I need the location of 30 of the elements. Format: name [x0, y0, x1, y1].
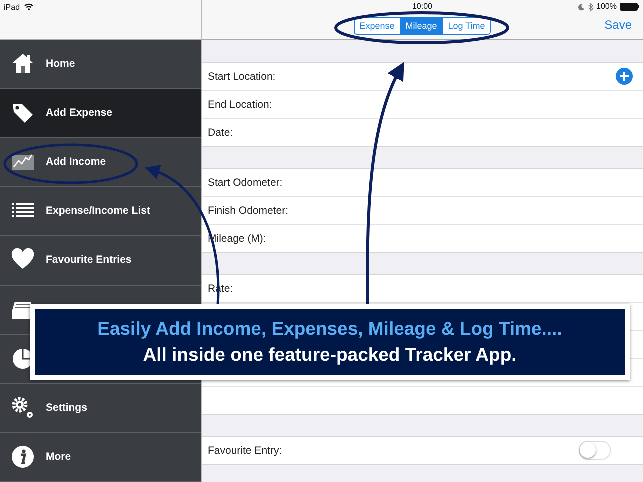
banner-headline: Easily Add Income, Expenses, Mileage & Log Time.... [98, 318, 562, 340]
save-button[interactable]: Save [604, 18, 632, 32]
sidebar-item[interactable]: Add Income [0, 138, 201, 188]
info-icon [11, 444, 35, 469]
device-name: iPad [4, 3, 20, 13]
banner-subline: All inside one feature-packed Tracker App. [143, 344, 517, 366]
battery-icon [620, 3, 640, 11]
sidebar-item[interactable]: Settings [0, 384, 201, 433]
sidebar-item[interactable]: Favourite Entries [0, 236, 201, 286]
field-label: End Location: [208, 98, 272, 110]
segment-tab[interactable]: Log Time [442, 18, 490, 34]
field-label: Favourite Entry: [208, 444, 282, 456]
battery-percentage: 100% [596, 2, 617, 12]
moon-icon [578, 4, 585, 10]
segment-tab[interactable]: Mileage [400, 18, 442, 34]
bluetooth-icon [588, 2, 594, 12]
field-label: Finish Odometer: [208, 204, 289, 216]
gears-icon [11, 396, 35, 420]
toggle-switch[interactable] [579, 441, 611, 460]
wifi-icon [24, 3, 34, 11]
add-icon[interactable] [616, 68, 633, 85]
segment-tab[interactable]: Expense [354, 18, 400, 34]
field-label: Start Odometer: [208, 176, 283, 188]
sidebar-item[interactable]: More [0, 432, 201, 482]
tag-icon [11, 101, 35, 126]
sidebar-item[interactable]: Add Expense [0, 89, 201, 138]
sidebar-item[interactable]: Expense/Income List [0, 187, 201, 236]
status-time: 10:00 [412, 2, 433, 12]
field-label: Start Location: [208, 70, 276, 82]
field-label: Date: [208, 126, 234, 138]
